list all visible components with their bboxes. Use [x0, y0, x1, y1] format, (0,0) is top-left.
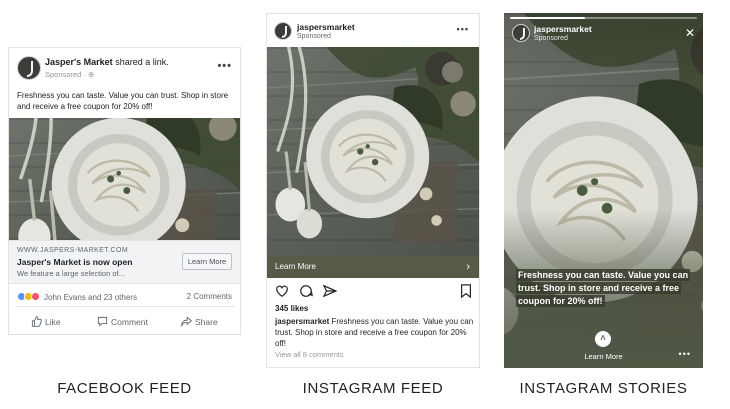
reactions-text: John Evans and 23 others [44, 293, 137, 302]
learn-more-link[interactable]: Learn More [504, 352, 703, 361]
post-action-icons [275, 284, 475, 300]
like-button[interactable]: Like [31, 316, 61, 327]
more-options-icon[interactable]: ••• [679, 349, 691, 359]
thumbs-up-icon [31, 316, 42, 327]
post-actions: Like Comment Share [15, 306, 234, 334]
story-gradient [504, 13, 703, 368]
send-icon[interactable] [323, 284, 337, 298]
chevron-right-icon: › [466, 261, 470, 273]
more-options-icon[interactable]: ••• [217, 60, 232, 72]
instagram-stories-preview: jaspersmarket Sponsored ✕ Freshness you … [504, 13, 703, 368]
sponsored-label: Sponsored [297, 33, 331, 40]
author-name[interactable]: Jasper's Market [45, 57, 113, 67]
avatar[interactable] [512, 24, 530, 42]
swipe-up-icon[interactable]: ˄ [595, 331, 611, 347]
food-image [9, 118, 240, 240]
comments-count[interactable]: 2 Comments [187, 292, 232, 301]
link-description: We feature a large selection of... [17, 269, 125, 278]
sponsored-label: Sponsored [534, 35, 568, 42]
more-options-icon[interactable]: ••• [457, 24, 469, 34]
link-url: WWW.JASPERS-MARKET.COM [17, 247, 129, 254]
learn-more-label: Learn More [275, 262, 316, 271]
shared-text: shared a link. [112, 57, 169, 67]
post-caption: jaspersmarket Freshness you can taste. V… [275, 316, 475, 349]
post-author: Jasper's Market shared a link. [45, 57, 169, 67]
link-title: Jasper's Market is now open [17, 257, 133, 267]
post-body: Freshness you can taste. Value you can t… [17, 91, 229, 111]
learn-more-button[interactable]: Learn More [182, 253, 232, 270]
story-overlay-text: Freshness you can taste. Value you can t… [516, 269, 696, 308]
instagram-feed-preview: jaspersmarket Sponsored ••• Learn More ›… [266, 13, 480, 368]
heart-icon[interactable] [275, 284, 289, 298]
facebook-feed-caption: FACEBOOK FEED [57, 380, 192, 397]
caption-handle[interactable]: jaspersmarket [275, 317, 329, 326]
sponsored-label: Sponsored · ⊕ [45, 70, 95, 79]
comment-icon[interactable] [299, 284, 313, 298]
share-button[interactable]: Share [181, 316, 218, 328]
post-header: Jasper's Market shared a link. Sponsored… [9, 48, 240, 88]
facebook-feed-preview: Jasper's Market shared a link. Sponsored… [8, 47, 241, 335]
share-label: Share [195, 317, 218, 327]
link-preview[interactable]: WWW.JASPERS-MARKET.COM Jasper's Market i… [9, 240, 240, 284]
share-icon [181, 316, 193, 328]
comment-icon [97, 316, 108, 327]
learn-more-bar[interactable]: Learn More › [267, 256, 479, 278]
view-comments-link[interactable]: View all 8 comments [275, 350, 344, 359]
love-reaction-icon [31, 292, 40, 301]
account-handle[interactable]: jaspersmarket [297, 22, 355, 32]
bookmark-icon[interactable] [459, 284, 473, 298]
story-progress-bar [510, 17, 697, 19]
avatar[interactable] [17, 56, 41, 80]
instagram-stories-caption: INSTAGRAM STORIES [519, 380, 688, 397]
account-handle[interactable]: jaspersmarket [534, 24, 592, 34]
reactions-summary[interactable]: John Evans and 23 others [17, 292, 137, 302]
instagram-feed-caption: INSTAGRAM FEED [302, 380, 444, 397]
close-icon[interactable]: ✕ [685, 26, 695, 40]
food-photo[interactable] [9, 118, 240, 240]
story-overlay-line: Freshness you can taste. Value you can t… [516, 269, 691, 307]
comment-label: Comment [111, 317, 148, 327]
food-image [267, 47, 479, 256]
story-progress-fill [510, 17, 585, 19]
likes-count[interactable]: 345 likes [275, 304, 308, 313]
like-label: Like [45, 317, 61, 327]
comment-button[interactable]: Comment [97, 316, 148, 327]
food-photo[interactable] [267, 47, 479, 256]
avatar[interactable] [274, 22, 292, 40]
